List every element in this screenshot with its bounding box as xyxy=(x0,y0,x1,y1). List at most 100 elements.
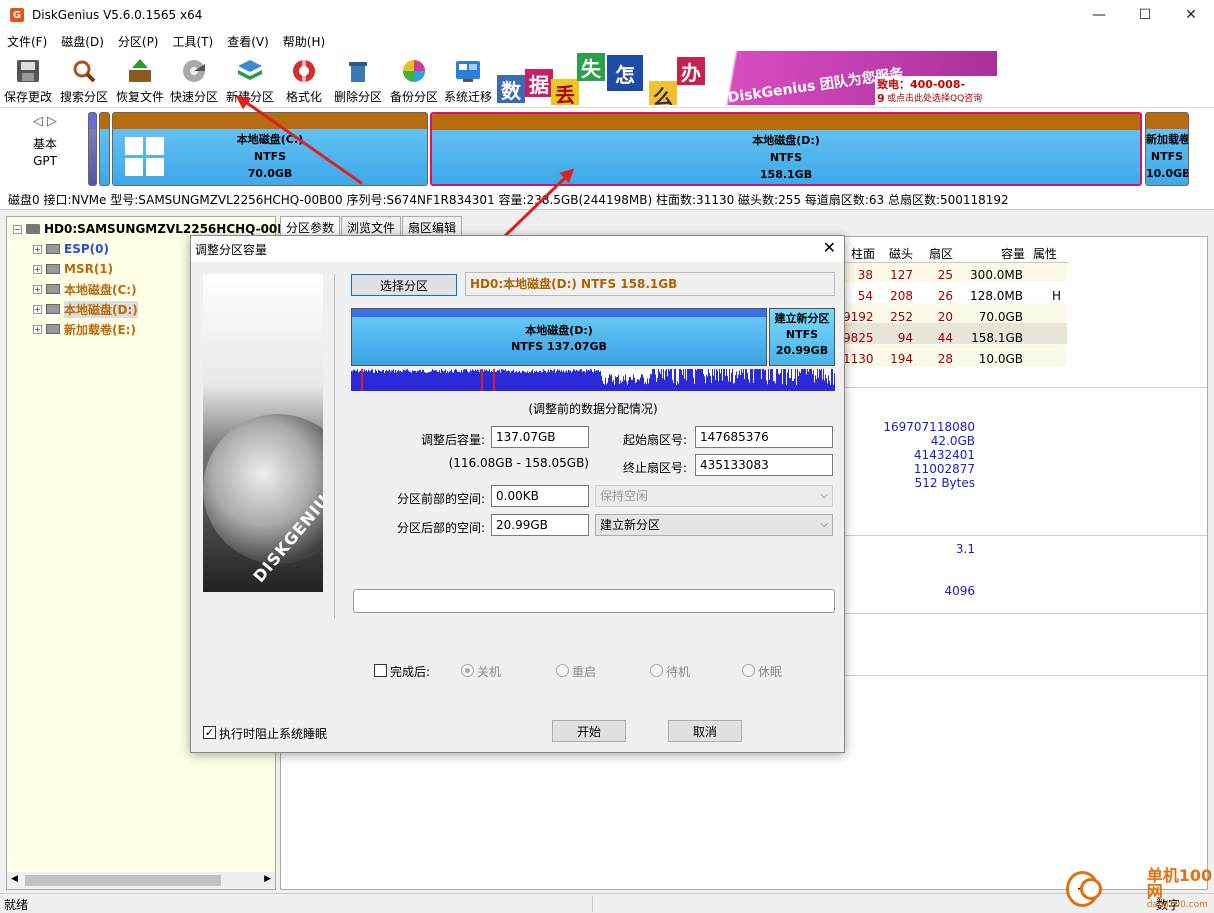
radio-restart[interactable] xyxy=(556,664,569,677)
header-divider xyxy=(841,262,1069,263)
space-before-select[interactable]: 保持空闲 ⌵ xyxy=(595,485,833,507)
new-partition-icon xyxy=(235,56,265,86)
backup-partition-button[interactable]: 备份分区 xyxy=(386,54,442,106)
save-changes-button[interactable]: 保存更改 xyxy=(0,54,56,106)
partition-c[interactable]: 本地磁盘(C:) NTFS 70.0GB xyxy=(112,112,428,186)
start-sector-label: 起始扇区号: xyxy=(622,433,687,447)
promo-banner[interactable]: 数 据 丢 失 怎 么 办 DiskGenius 团队为您服务 致电：400-0… xyxy=(495,51,997,105)
tab-browse-files[interactable]: 浏览文件 xyxy=(341,216,402,236)
hdd-disc-image xyxy=(203,414,323,564)
backup-partition-icon xyxy=(399,56,429,86)
expand-icon[interactable]: + xyxy=(33,304,42,314)
recover-file-button[interactable]: 恢复文件 xyxy=(112,54,168,106)
partition-esp[interactable] xyxy=(88,112,97,186)
start-sector-input[interactable]: 147685376 xyxy=(695,426,833,448)
tree-hscrollbar[interactable]: ◀ ▶ xyxy=(7,872,275,889)
banner-char: 丢 xyxy=(551,79,579,105)
cancel-button[interactable]: 取消 xyxy=(668,720,742,742)
banner-qq-link[interactable]: 或点击此处选择QQ咨询 xyxy=(885,91,985,104)
row-bg xyxy=(841,303,1067,324)
disk-type-label: 基本 xyxy=(32,137,57,151)
window-title: DiskGenius V5.6.0.1565 x64 xyxy=(32,8,203,22)
data-distribution-graph xyxy=(351,369,835,391)
col-header-attr[interactable]: 属性 xyxy=(1033,245,1063,262)
maximize-button[interactable]: ☐ xyxy=(1122,0,1168,30)
partition-d[interactable]: 本地磁盘(D:) NTFS 158.1GB xyxy=(430,112,1142,186)
resize-partition-dialog: 调整分区容量 ✕ DISKGENIUS 选择分区 HD0:本地磁盘(D:) NT… xyxy=(190,235,845,753)
partition-msr[interactable] xyxy=(99,112,110,186)
bar-new-name: 建立新分区 xyxy=(774,312,830,325)
system-migrate-button[interactable]: 系统迁移 xyxy=(440,54,496,106)
start-button[interactable]: 开始 xyxy=(552,720,626,742)
dialog-close-icon[interactable]: ✕ xyxy=(823,238,836,257)
minimize-button[interactable]: — xyxy=(1076,0,1122,30)
expand-icon[interactable]: + xyxy=(33,264,42,274)
partition-icon xyxy=(46,304,60,314)
menu-partition[interactable]: 分区(P) xyxy=(111,33,166,50)
space-after-input[interactable]: 20.99GB xyxy=(491,514,589,536)
table-cell: 10.0GB xyxy=(978,352,1023,366)
search-partition-button[interactable]: 搜索分区 xyxy=(56,54,112,106)
scrollbar-thumb[interactable] xyxy=(25,875,221,886)
detail-value: 3.1 xyxy=(955,542,975,556)
tree-item-label: ESP(0) xyxy=(64,242,109,256)
close-window-button[interactable]: ✕ xyxy=(1168,0,1214,30)
windows-logo-icon xyxy=(125,137,164,176)
partition-size: 10.0GB xyxy=(1146,167,1189,180)
collapse-icon[interactable]: − xyxy=(13,224,22,234)
radio-shutdown[interactable] xyxy=(461,664,474,677)
table-cell: 252 xyxy=(890,310,913,324)
delete-partition-button[interactable]: 删除分区 xyxy=(330,54,386,106)
end-sector-input[interactable]: 435133083 xyxy=(695,454,833,476)
banner-char: 失 xyxy=(577,53,605,81)
tab-partition-params[interactable]: 分区参数 xyxy=(280,216,341,236)
tree-item-msr[interactable]: + MSR(1) xyxy=(33,259,113,279)
tree-root-label: HD0:SAMSUNGMZVL2256HCHQ-00B00 xyxy=(44,222,304,236)
expand-icon[interactable]: + xyxy=(33,284,42,294)
menu-disk[interactable]: 磁盘(D) xyxy=(54,33,111,50)
radio-shutdown-label: 关机 xyxy=(477,665,502,679)
select-partition-button[interactable]: 选择分区 xyxy=(351,274,457,296)
radio-hibernate[interactable] xyxy=(742,664,755,677)
menu-file[interactable]: 文件(F) xyxy=(0,33,54,50)
dialog-title-bar: 调整分区容量 ✕ xyxy=(191,236,844,262)
tree-item-e[interactable]: + 新加载卷(E:) xyxy=(33,319,136,339)
partition-e[interactable]: 新加载卷(E:) NTFS 10.0GB xyxy=(1145,112,1189,186)
table-cell: 25 xyxy=(937,268,953,282)
tree-item-c[interactable]: + 本地磁盘(C:) xyxy=(33,279,137,299)
radio-standby[interactable] xyxy=(650,664,663,677)
format-button[interactable]: 格式化 xyxy=(276,54,332,106)
menu-view[interactable]: 查看(V) xyxy=(220,33,276,50)
col-header-cylinder[interactable]: 柱面 xyxy=(843,245,875,262)
table-cell: 208 xyxy=(890,289,913,303)
row-bg xyxy=(841,261,1067,282)
scroll-right-icon[interactable]: ▶ xyxy=(264,874,271,884)
partition-icon xyxy=(46,324,60,334)
radio-restart-label: 重启 xyxy=(572,665,597,679)
disk-nav-arrows-icon[interactable]: ◁ ▷ xyxy=(20,114,70,129)
table-cell: 28 xyxy=(937,352,953,366)
new-size-input[interactable]: 137.07GB xyxy=(491,426,589,448)
space-after-select[interactable]: 建立新分区 ⌵ xyxy=(595,514,833,536)
finish-action-checkbox[interactable] xyxy=(374,664,387,677)
menu-tools[interactable]: 工具(T) xyxy=(166,33,221,50)
table-cell: 128.0MB xyxy=(970,289,1023,303)
detail-value: 11002877 xyxy=(913,462,975,476)
scroll-left-icon[interactable]: ◀ xyxy=(11,874,18,884)
expand-icon[interactable]: + xyxy=(33,324,42,334)
prevent-sleep-checkbox[interactable]: ✓ xyxy=(203,726,216,739)
table-cell: 38 xyxy=(857,268,873,282)
tab-sector-editor[interactable]: 扇区编辑 xyxy=(402,216,463,236)
menu-help[interactable]: 帮助(H) xyxy=(276,33,332,50)
col-header-sector[interactable]: 扇区 xyxy=(921,245,953,262)
col-header-capacity[interactable]: 容量 xyxy=(981,245,1025,262)
partition-icon xyxy=(46,244,60,254)
tree-item-esp[interactable]: + ESP(0) xyxy=(33,239,109,259)
col-header-head[interactable]: 磁头 xyxy=(881,245,913,262)
tree-item-d[interactable]: + 本地磁盘(D:) xyxy=(33,299,138,319)
quick-partition-button[interactable]: 快速分区 xyxy=(166,54,222,106)
disk-table-label: GPT xyxy=(33,154,57,168)
detail-value: 512 Bytes xyxy=(914,476,975,490)
space-before-input[interactable]: 0.00KB xyxy=(491,485,589,507)
expand-icon[interactable]: + xyxy=(33,244,42,254)
